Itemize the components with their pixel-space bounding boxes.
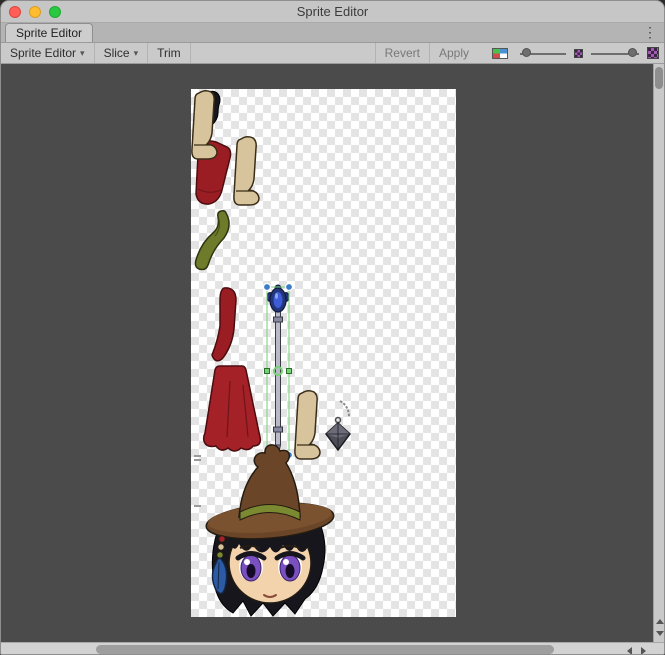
trim-button[interactable]: Trim: [148, 43, 191, 63]
sprite-staff[interactable]: [267, 285, 289, 456]
horizontal-scrollbar-thumb[interactable]: [96, 645, 554, 654]
sprite-editor-window: Sprite Editor Sprite Editor ⋮ Sprite Edi…: [0, 0, 665, 655]
chevron-down-icon: ▾: [134, 48, 139, 59]
sprite-head[interactable]: [205, 445, 335, 616]
tab-bar: Sprite Editor ⋮: [1, 23, 664, 43]
rgb-color-icon: [492, 48, 508, 59]
titlebar[interactable]: Sprite Editor: [1, 1, 664, 23]
mip-slider-thumb[interactable]: [628, 48, 637, 57]
toolbar-right-group: Revert Apply: [375, 43, 664, 63]
window-title: Sprite Editor: [1, 4, 664, 19]
zoom-slider-thumb[interactable]: [522, 48, 531, 57]
edge-handle-left[interactable]: [265, 369, 270, 374]
texture-canvas[interactable]: [1, 64, 664, 642]
zoom-slider[interactable]: [520, 47, 566, 60]
corner-handle-top-left[interactable]: [264, 284, 271, 291]
sprite-fragment[interactable]: [194, 455, 201, 507]
sprite-arm[interactable]: [212, 288, 236, 361]
fullscreen-button[interactable]: [49, 6, 61, 18]
sprite-skirt[interactable]: [204, 366, 261, 451]
scroll-up-arrow[interactable]: [656, 619, 664, 624]
sprite-boot[interactable]: [234, 137, 259, 205]
scroll-left-arrow[interactable]: [627, 647, 632, 655]
sprite-editor-mode-dropdown[interactable]: Sprite Editor ▾: [1, 43, 95, 63]
revert-button[interactable]: Revert: [375, 43, 429, 63]
scroll-down-arrow[interactable]: [656, 631, 664, 636]
sprite-sheet[interactable]: [191, 89, 456, 617]
corner-handle-top-right[interactable]: [286, 284, 293, 291]
sprite-pendant[interactable]: [326, 401, 350, 450]
sprite-scarf[interactable]: [195, 211, 229, 270]
horizontal-scrollbar[interactable]: [1, 642, 664, 655]
chevron-down-icon: ▾: [80, 48, 85, 59]
mipmap-small-icon: [574, 49, 583, 58]
tab-sprite-editor[interactable]: Sprite Editor: [5, 23, 93, 42]
scroll-right-arrow[interactable]: [641, 647, 646, 655]
sprite-editor-mode-label: Sprite Editor: [10, 46, 76, 60]
toolbar: Sprite Editor ▾ Slice ▾ Trim Revert Appl…: [1, 43, 664, 64]
edge-handle-right[interactable]: [287, 369, 292, 374]
sprite-boot-2[interactable]: [295, 391, 320, 459]
kebab-menu-icon[interactable]: ⋮: [636, 23, 664, 42]
vertical-scrollbar[interactable]: [653, 64, 664, 642]
revert-label: Revert: [385, 46, 420, 60]
apply-button[interactable]: Apply: [429, 43, 478, 63]
apply-label: Apply: [439, 46, 469, 60]
traffic-lights: [9, 6, 61, 18]
slice-dropdown[interactable]: Slice ▾: [95, 43, 149, 63]
vertical-scrollbar-thumb[interactable]: [655, 67, 663, 89]
trim-label: Trim: [157, 46, 181, 60]
slice-label: Slice: [104, 46, 130, 60]
mipmap-large-icon: [647, 47, 659, 59]
tab-label: Sprite Editor: [16, 26, 82, 40]
close-button[interactable]: [9, 6, 21, 18]
minimize-button[interactable]: [29, 6, 41, 18]
rgb-alpha-toggle-button[interactable]: [488, 43, 512, 63]
mip-slider[interactable]: [591, 47, 639, 60]
